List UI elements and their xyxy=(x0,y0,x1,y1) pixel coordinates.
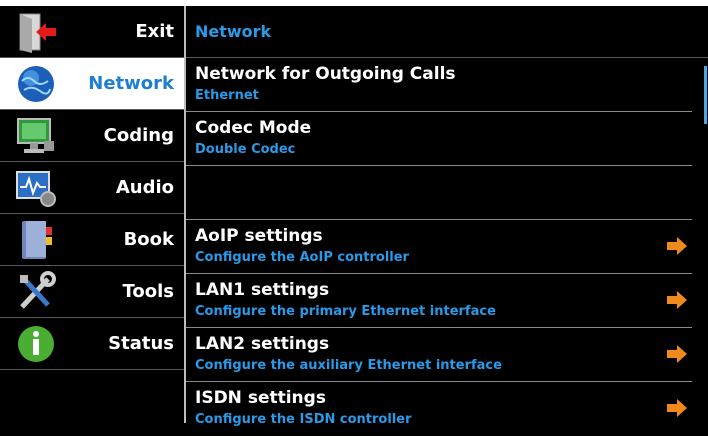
list-item-isdn-settings[interactable]: ISDN settings Configure the ISDN control… xyxy=(186,382,692,436)
list-item-empty xyxy=(186,166,692,220)
sidebar-item-coding[interactable]: Coding xyxy=(0,110,184,162)
audio-monitor-icon xyxy=(14,167,58,209)
exit-icon xyxy=(14,11,58,53)
list-item-lan2-settings[interactable]: LAN2 settings Configure the auxiliary Et… xyxy=(186,328,692,382)
sidebar-item-label: Network xyxy=(88,73,174,94)
book-icon xyxy=(14,219,58,261)
list-item-subtitle: Configure the AoIP controller xyxy=(195,250,409,265)
list-item-subtitle: Configure the ISDN controller xyxy=(195,412,412,427)
globe-icon xyxy=(14,63,58,105)
sidebar-item-status[interactable]: Status xyxy=(0,318,184,370)
arrow-right-icon[interactable] xyxy=(666,398,688,418)
list-item-subtitle: Configure the auxiliary Ethernet interfa… xyxy=(195,358,502,373)
sidebar-item-label: Status xyxy=(108,333,174,354)
list-item-title: LAN1 settings xyxy=(195,280,330,300)
list-item-value: Double Codec xyxy=(195,142,296,157)
arrow-right-icon[interactable] xyxy=(666,344,688,364)
sidebar-item-network[interactable]: Network xyxy=(0,58,184,110)
scrollbar[interactable] xyxy=(704,66,707,124)
list-item-title: Network for Outgoing Calls xyxy=(195,64,456,84)
list-item-codec-mode[interactable]: Codec Mode Double Codec xyxy=(186,112,692,166)
arrow-right-icon[interactable] xyxy=(666,290,688,310)
list-item-outgoing-network[interactable]: Network for Outgoing Calls Ethernet xyxy=(186,58,692,112)
sidebar-item-audio[interactable]: Audio xyxy=(0,162,184,214)
list-item-title: LAN2 settings xyxy=(195,334,330,354)
sidebar-item-book[interactable]: Book xyxy=(0,214,184,266)
list-item-title: ISDN settings xyxy=(195,388,326,408)
monitor-icon xyxy=(14,115,58,157)
sidebar-item-tools[interactable]: Tools xyxy=(0,266,184,318)
list-item-subtitle: Configure the primary Ethernet interface xyxy=(195,304,496,319)
tools-icon xyxy=(14,271,58,313)
list-item-lan1-settings[interactable]: LAN1 settings Configure the primary Ethe… xyxy=(186,274,692,328)
arrow-right-icon[interactable] xyxy=(666,236,688,256)
list-item-value: Ethernet xyxy=(195,88,259,103)
list-item-title: AoIP settings xyxy=(195,226,323,246)
list-item-aoip-settings[interactable]: AoIP settings Configure the AoIP control… xyxy=(186,220,692,274)
list-item-title: Codec Mode xyxy=(195,118,312,138)
content-panel: Network Network for Outgoing Calls Ether… xyxy=(186,6,708,427)
content-header: Network xyxy=(186,6,708,58)
sidebar-item-exit[interactable]: Exit xyxy=(0,6,184,58)
sidebar-item-label: Coding xyxy=(103,125,174,146)
sidebar-item-label: Tools xyxy=(122,281,174,302)
page-title: Network xyxy=(195,22,272,41)
sidebar-item-label: Exit xyxy=(135,21,174,42)
sidebar-item-label: Audio xyxy=(115,177,174,198)
sidebar: Exit Network Coding Audio Book Tools Sta… xyxy=(0,6,184,423)
sidebar-item-label: Book xyxy=(123,229,174,250)
info-icon xyxy=(14,323,58,365)
